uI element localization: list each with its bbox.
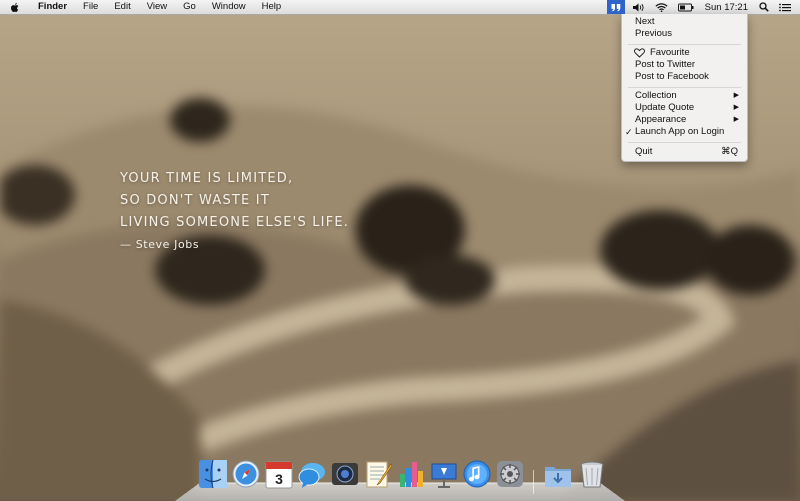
menu-separator [628,44,741,45]
submenu-arrow-icon: ▶ [733,116,739,123]
quote-line-2: SO DON'T WASTE IT [120,193,270,208]
dock-messages[interactable] [297,458,327,490]
menu-clock[interactable]: Sun 17:21 [699,2,754,13]
menu-item-previous[interactable]: Previous [622,28,747,40]
textedit-icon [366,461,393,488]
spotlight-search-icon[interactable] [759,0,769,14]
menu-item-post-twitter[interactable]: Post to Twitter [622,59,747,71]
wifi-icon[interactable] [655,0,668,14]
menu-item-post-facebook-label: Post to Facebook [635,71,709,82]
dock-downloads[interactable] [543,458,573,490]
volume-icon[interactable] [632,0,645,14]
menu-app-name[interactable]: Finder [30,0,75,14]
system-preferences-icon [497,461,523,487]
menu-window[interactable]: Window [204,0,254,14]
menu-item-update-quote-label: Update Quote [635,102,695,113]
quit-shortcut-label: ⌘Q [721,146,738,157]
quote-line-3: LIVING SOMEONE ELSE'S LIFE. [120,215,350,230]
trash-icon [580,461,604,488]
menu-item-launch-on-login[interactable]: ✓ Launch App on Login [622,126,747,138]
menu-help[interactable]: Help [254,0,290,14]
quote-author: — Steve Jobs [120,238,200,251]
menu-item-appearance-label: Appearance [635,114,687,125]
menu-item-launch-on-login-label: Launch App on Login [635,126,725,137]
itunes-icon [463,460,491,488]
menu-item-collection-label: Collection [635,90,677,101]
calendar-day: 3 [275,471,283,487]
keynote-icon [431,463,457,488]
dock-safari[interactable] [231,458,261,490]
menu-item-appearance[interactable]: Appearance ▶ [622,114,747,126]
battery-icon[interactable] [677,0,694,14]
status-area: Sun 17:21 [604,0,800,14]
menu-item-quit-label: Quit [635,146,653,157]
messages-icon [298,463,325,488]
menu-view[interactable]: View [139,0,175,14]
submenu-arrow-icon: ▶ [733,92,739,99]
dock-separator [533,470,534,494]
submenu-arrow-icon: ▶ [733,104,739,111]
menu-item-collection[interactable]: Collection ▶ [622,90,747,102]
menu-item-favourite[interactable]: Favourite [622,47,747,59]
calendar-icon: 3 [265,461,293,489]
quote-app-menu: Next Previous Favourite Post to Twitter … [621,14,748,162]
checkmark-icon: ✓ [625,127,633,137]
dock-textedit[interactable] [363,458,393,490]
menu-separator [628,142,741,143]
menu-item-next-label: Next [635,16,655,27]
apple-menu-icon[interactable] [10,2,22,13]
dock-system-preferences[interactable] [495,458,525,490]
facetime-icon [332,463,358,485]
menu-item-previous-label: Previous [635,28,672,39]
menu-bar: Finder File Edit View Go Window Help Sun… [0,0,800,15]
menu-item-quit[interactable]: Quit ⌘Q [622,146,747,158]
dock-finder[interactable] [198,458,228,490]
menu-file[interactable]: File [75,0,106,14]
menu-item-post-twitter-label: Post to Twitter [635,59,696,70]
menu-item-next[interactable]: Next [622,16,747,28]
dock-calendar[interactable]: 3 [264,458,294,490]
dock-numbers[interactable] [396,458,426,490]
menu-separator [628,87,741,88]
notification-center-icon[interactable] [779,0,791,14]
dock-keynote[interactable] [429,458,459,490]
menu-item-post-facebook[interactable]: Post to Facebook [622,71,747,83]
downloads-folder-icon [545,467,571,487]
dock-trash[interactable] [577,458,607,490]
safari-icon [232,460,260,488]
quote-block: YOUR TIME IS LIMITED, SO DON'T WASTE IT … [120,168,349,251]
numbers-icon [400,462,423,487]
dock-itunes[interactable] [462,458,492,490]
dock-facetime[interactable] [330,458,360,490]
quote-line-1: YOUR TIME IS LIMITED, [120,171,294,186]
finder-icon [199,459,227,489]
menu-item-favourite-label: Favourite [650,47,690,58]
quote-app-status-icon[interactable] [606,0,625,14]
menu-edit[interactable]: Edit [106,0,138,14]
menu-item-update-quote[interactable]: Update Quote ▶ [622,102,747,114]
menu-go[interactable]: Go [175,0,204,14]
